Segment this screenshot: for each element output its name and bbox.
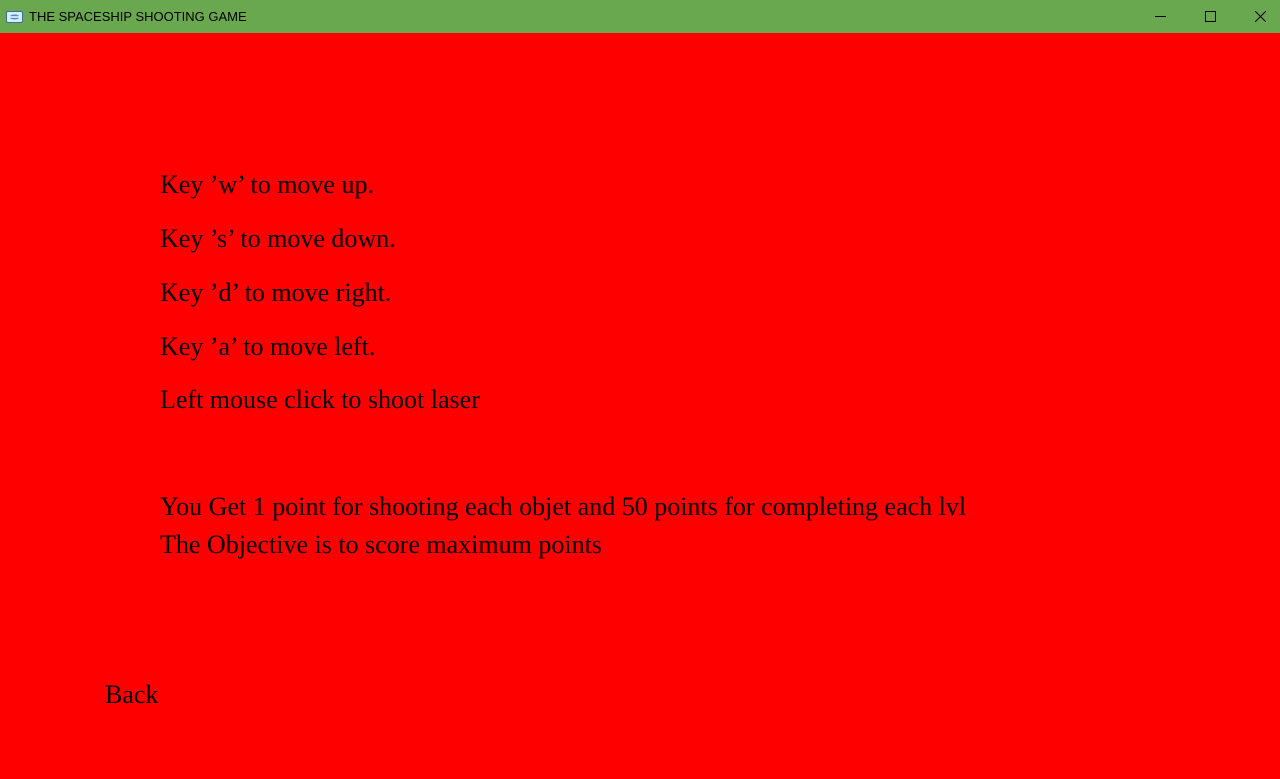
instructions-screen: Key ’w’ to move up. Key ’s’ to move down…	[0, 33, 1280, 779]
instruction-move-left: Key ’a’ to move left.	[160, 332, 376, 361]
instruction-move-up: Key ’w’ to move up.	[160, 170, 374, 199]
instruction-move-right: Key ’d’ to move right.	[160, 278, 392, 307]
instruction-shoot: Left mouse click to shoot laser	[160, 385, 480, 414]
scoring-rules: You Get 1 point for shooting each objet …	[160, 492, 967, 521]
close-button[interactable]	[1235, 0, 1280, 33]
objective-text: The Objective is to score maximum points	[160, 530, 602, 559]
app-icon	[6, 10, 23, 23]
close-icon	[1254, 11, 1266, 22]
minimize-icon	[1154, 11, 1166, 22]
minimize-button[interactable]	[1135, 0, 1185, 33]
window-title: THE SPACESHIP SHOOTING GAME	[29, 9, 247, 24]
maximize-button[interactable]	[1185, 0, 1235, 33]
maximize-icon	[1204, 11, 1216, 22]
instruction-move-down: Key ’s’ to move down.	[160, 224, 396, 253]
title-bar[interactable]: THE SPACESHIP SHOOTING GAME	[0, 0, 1280, 33]
back-button[interactable]: Back	[105, 680, 158, 710]
